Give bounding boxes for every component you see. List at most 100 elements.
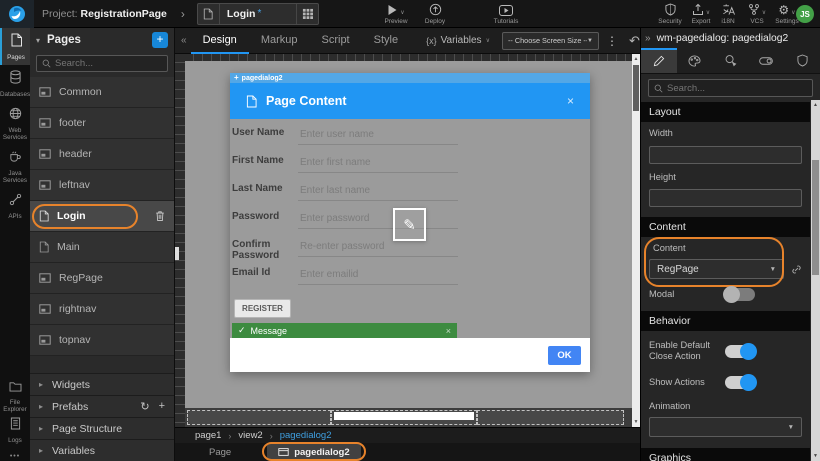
trash-icon[interactable] <box>155 210 165 222</box>
widget-tab-pagedialog2[interactable]: pagedialog2 <box>267 444 360 460</box>
edit-content-button[interactable]: ✎ <box>393 208 426 241</box>
panel-resize-handle[interactable] <box>175 247 179 260</box>
section-widgets[interactable]: ▸ Widgets <box>30 373 174 395</box>
sidebar-item-web-services[interactable]: Web Services <box>0 102 30 145</box>
tab-markup[interactable]: Markup <box>249 28 310 54</box>
deploy-button[interactable]: Deploy <box>417 3 453 25</box>
emailid-input[interactable]: Enter emailid <box>298 264 458 285</box>
variables-menu[interactable]: {x} Variables ∨ <box>426 35 490 46</box>
tab-properties[interactable] <box>641 48 677 73</box>
widget-selection-tag[interactable]: + pagedialog2 <box>230 73 590 83</box>
scroll-up-arrow[interactable]: ▲ <box>811 102 820 108</box>
tab-events[interactable] <box>713 48 749 73</box>
tab-design[interactable]: Design <box>191 28 249 54</box>
vcs-button[interactable]: ∨ VCS <box>742 3 772 25</box>
canvas-scrollbar[interactable]: ▲ ▼ <box>632 54 640 427</box>
scroll-down-arrow[interactable]: ▼ <box>632 419 640 425</box>
tab-device[interactable] <box>748 48 784 73</box>
i18n-button[interactable]: i18N <box>714 3 742 25</box>
export-button[interactable]: ∨ Export <box>684 3 718 25</box>
scroll-up-arrow[interactable]: ▲ <box>632 56 640 62</box>
footer-slot-center[interactable] <box>331 410 477 425</box>
scrollbar-thumb[interactable] <box>633 65 639 111</box>
dialog-widget-icon <box>278 448 289 456</box>
tab-script[interactable]: Script <box>310 28 362 54</box>
tab-style[interactable]: Style <box>362 28 410 54</box>
height-input[interactable] <box>649 189 802 207</box>
footer-slot-left[interactable] <box>187 410 331 425</box>
sidebar-item-logs[interactable]: Logs <box>0 412 30 448</box>
bind-property-icon[interactable] <box>791 264 802 275</box>
modal-toggle[interactable] <box>725 288 755 301</box>
page-item-rightnav[interactable]: rightnav <box>30 294 174 325</box>
tutorials-button[interactable]: Tutorials <box>484 3 528 25</box>
collapse-left-panel-icon[interactable]: « <box>181 35 187 46</box>
footer-slot-right[interactable] <box>477 410 624 425</box>
ok-button[interactable]: OK <box>548 346 581 365</box>
register-button[interactable]: REGISTER <box>234 299 291 318</box>
chevron-down-icon: ∨ <box>706 10 710 16</box>
add-page-button[interactable]: + <box>152 32 168 48</box>
sidebar-item-java-services[interactable]: Java Services <box>0 145 30 188</box>
dialog-close-icon[interactable]: × <box>567 94 574 108</box>
grid-icon[interactable] <box>296 4 318 24</box>
properties-search[interactable] <box>648 79 813 97</box>
page-item-footer[interactable]: footer <box>30 108 174 139</box>
section-variables[interactable]: ▸ Variables <box>30 439 174 461</box>
sidebar-item-databases[interactable]: Databases <box>0 65 30 102</box>
confirm-password-input[interactable]: Re-enter password <box>298 236 458 257</box>
sidebar-item-pages[interactable]: Pages <box>0 28 30 65</box>
sidebar-item-file-explorer[interactable]: File Explorer <box>0 374 30 417</box>
content-select[interactable]: RegPage ▼ <box>649 259 784 279</box>
add-prefab-button[interactable]: + <box>159 400 165 413</box>
message-close-icon[interactable]: × <box>446 326 451 336</box>
dialog-header[interactable]: Page Content × <box>230 83 590 119</box>
kebab-menu-icon[interactable]: ⋮ <box>606 34 618 48</box>
caret-down-icon[interactable]: ▾ <box>36 36 40 45</box>
scroll-down-arrow[interactable]: ▼ <box>811 453 820 459</box>
password-input[interactable]: Enter password <box>298 208 458 229</box>
page-item-leftnav[interactable]: leftnav <box>30 170 174 201</box>
rail-overflow-dots[interactable]: ••• <box>0 453 30 460</box>
show-actions-toggle[interactable] <box>725 376 755 389</box>
branch-icon <box>748 3 760 16</box>
firstname-input[interactable]: Enter first name <box>298 152 458 173</box>
enable-default-close-action-toggle[interactable] <box>725 345 755 358</box>
form-field-lastname: Last Name Enter last name <box>232 180 588 208</box>
toggle-icon <box>759 56 773 66</box>
page-item-common[interactable]: Common <box>30 77 174 108</box>
section-prefabs[interactable]: ▸ Prefabs ↻+ <box>30 395 174 417</box>
wavemaker-logo[interactable] <box>0 0 34 28</box>
breadcrumb-pagedialog2[interactable]: pagedialog2 <box>280 430 332 441</box>
security-button[interactable]: Security <box>652 3 688 25</box>
refresh-icon[interactable]: ↻ <box>140 400 149 413</box>
screen-size-select[interactable]: -- Choose Screen Size -- ▼ <box>502 32 599 50</box>
breadcrumb-view2[interactable]: view2 <box>238 430 262 441</box>
scrollbar-thumb[interactable] <box>812 160 819 275</box>
page-item-topnav[interactable]: topnav <box>30 325 174 356</box>
undo-button[interactable]: ↶ <box>629 34 640 47</box>
shield-icon <box>797 54 808 67</box>
section-page-structure[interactable]: ▸ Page Structure <box>30 417 174 439</box>
page-item-regpage[interactable]: RegPage <box>30 263 174 294</box>
sidebar-item-apis[interactable]: APIs <box>0 188 30 224</box>
collapse-right-panel-icon[interactable]: » <box>645 33 651 44</box>
breadcrumb-page1[interactable]: page1 <box>195 430 221 441</box>
properties-scrollbar[interactable]: ▲ ▼ <box>811 100 820 461</box>
lastname-input[interactable]: Enter last name <box>298 180 458 201</box>
open-page-tab-login[interactable]: Login * <box>197 3 319 25</box>
tab-security[interactable] <box>784 48 820 73</box>
username-input[interactable]: Enter user name <box>298 124 458 145</box>
tab-styles[interactable] <box>677 48 713 73</box>
pages-search-input[interactable] <box>55 58 162 69</box>
page-item-header[interactable]: header <box>30 139 174 170</box>
page-item-label: Common <box>59 86 102 98</box>
pages-search[interactable] <box>36 55 168 72</box>
user-avatar[interactable]: JS <box>796 5 814 23</box>
page-item-main[interactable]: Main <box>30 232 174 263</box>
preview-button[interactable]: ∨ Preview <box>376 3 416 25</box>
properties-search-input[interactable] <box>667 83 807 94</box>
page-item-login-selected[interactable]: Login <box>30 201 174 232</box>
width-input[interactable] <box>649 146 802 164</box>
animation-select[interactable]: ▼ <box>649 417 802 437</box>
